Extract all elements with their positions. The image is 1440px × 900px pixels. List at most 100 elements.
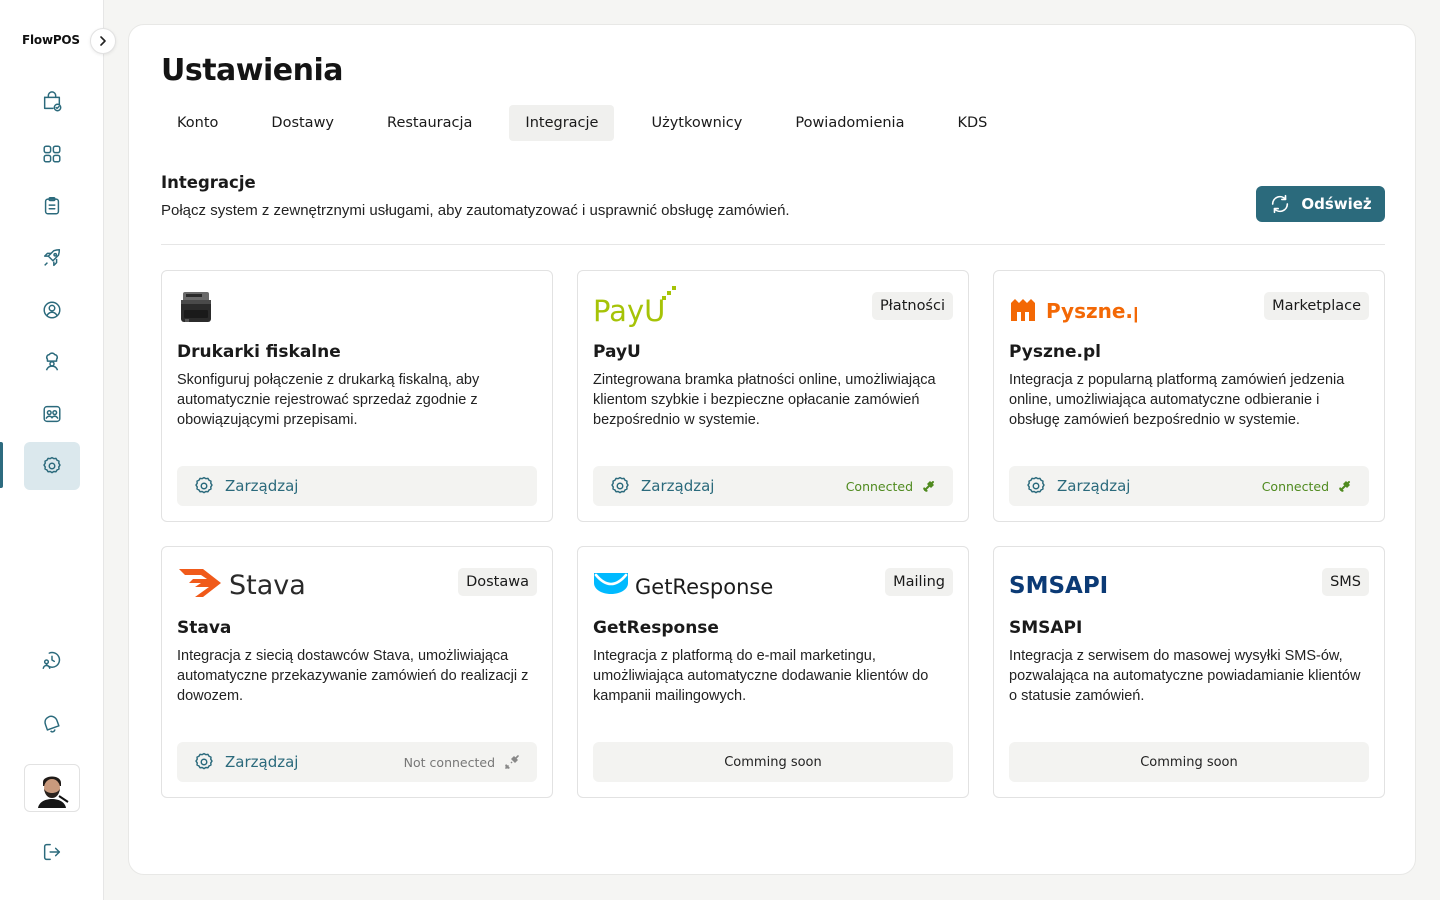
card-description: Zintegrowana bramka płatności online, um…: [593, 372, 936, 428]
pyszne-logo-text: Pyszne.pl: [1046, 299, 1137, 323]
coming-soon-label: Comming soon: [1140, 754, 1238, 770]
smsapi-logo-text: SMSAPI: [1009, 573, 1108, 599]
team-icon: [43, 405, 61, 423]
nav-dashboard[interactable]: [24, 130, 80, 178]
category-badge: Marketplace: [1264, 292, 1369, 320]
manage-button[interactable]: Zarządzaj Connected: [1009, 466, 1369, 506]
user-circle-icon: [43, 301, 61, 319]
divider: [161, 244, 1385, 245]
chevron-right-icon: [100, 36, 106, 46]
nav-notifications[interactable]: [24, 700, 80, 748]
manage-label: Zarządzaj: [1057, 477, 1131, 495]
card-description: Integracja z platformą do e-mail marketi…: [593, 648, 929, 704]
manage-label: Zarządzaj: [641, 477, 715, 495]
coming-soon-button: Comming soon: [1009, 742, 1369, 782]
plug-disconnected-icon: [505, 755, 519, 769]
brand-logo: FlowPOS: [22, 33, 80, 47]
card-title: Pyszne.pl: [1009, 342, 1101, 362]
page-title: Ustawienia: [161, 53, 344, 88]
gear-icon: [195, 476, 213, 494]
card-description: Integracja z popularną platformą zamówie…: [1009, 372, 1345, 428]
nav-tasks[interactable]: [24, 182, 80, 230]
nav-settings[interactable]: [24, 442, 80, 490]
integration-card-smsapi: SMSAPI SMS SMSAPI Integracja z serwisem …: [993, 546, 1385, 798]
payu-logo: PayU: [593, 285, 677, 329]
tab-integracje[interactable]: Integracje: [509, 105, 615, 141]
settings-panel: Ustawienia Konto Dostawy Restauracja Int…: [128, 24, 1416, 875]
refresh-label: Odśwież: [1301, 195, 1372, 213]
settings-tabs: Konto Dostawy Restauracja Integracje Uży…: [161, 105, 1003, 141]
category-badge: Mailing: [885, 568, 953, 596]
smsapi-logo: SMSAPI: [1009, 561, 1141, 605]
refresh-icon: [1272, 194, 1289, 214]
bell-icon: [44, 715, 60, 733]
card-title: SMSAPI: [1009, 618, 1083, 638]
integration-card-payu: PayU Płatności PayU Zintegrowana bramka …: [577, 270, 969, 522]
plug-connected-icon: [923, 481, 934, 492]
nav-staff[interactable]: [24, 390, 80, 438]
nav-launch[interactable]: [24, 234, 80, 282]
status-label: Connected: [1261, 478, 1329, 494]
rocket-icon: [43, 249, 61, 267]
card-title: Drukarki fiskalne: [177, 342, 341, 362]
pyszne-logo: Pyszne.pl: [1009, 285, 1137, 329]
status-label: Connected: [845, 478, 913, 494]
integration-card-getresponse: GetResponse Mailing GetResponse Integrac…: [577, 546, 969, 798]
stava-logo-text: Stava: [229, 570, 306, 601]
manage-label: Zarządzaj: [225, 753, 299, 771]
manage-label: Zarządzaj: [225, 477, 299, 495]
tab-kds[interactable]: KDS: [941, 105, 1003, 141]
logout-icon: [43, 843, 61, 861]
check-bag-icon: [43, 91, 62, 112]
nav-support[interactable]: [24, 636, 80, 684]
status-badge: Not connected: [404, 753, 521, 771]
gear-icon: [195, 752, 213, 770]
nav-kitchen[interactable]: [24, 338, 80, 386]
tab-powiadomienia[interactable]: Powiadomienia: [779, 105, 920, 141]
stava-logo: Stava: [177, 561, 309, 605]
sidebar: FlowPOS: [0, 0, 116, 900]
manage-button[interactable]: Zarządzaj Not connected: [177, 742, 537, 782]
grid-icon: [43, 145, 61, 163]
category-badge: Płatności: [871, 292, 953, 320]
clipboard-icon: [44, 197, 60, 215]
card-description: Integracja z siecią dostawców Stava, umo…: [177, 648, 529, 704]
avatar[interactable]: [24, 764, 80, 812]
status-badge: Connected: [1262, 478, 1353, 494]
tab-restauracja[interactable]: Restauracja: [371, 105, 488, 141]
coming-soon-button: Comming soon: [593, 742, 953, 782]
getresponse-logo: GetResponse: [593, 561, 777, 605]
tab-uzytkownicy[interactable]: Użytkownicy: [635, 105, 758, 141]
category-badge: Dostawa: [458, 568, 537, 596]
card-description: Skonfiguruj połączenie z drukarką fiskal…: [177, 372, 480, 428]
nav-customers[interactable]: [24, 286, 80, 334]
status-badge: Connected: [846, 478, 937, 494]
status-label: Not connected: [403, 754, 495, 770]
nav-orders[interactable]: [24, 78, 80, 126]
plug-connected-icon: [1339, 481, 1350, 492]
coming-soon-label: Comming soon: [724, 754, 822, 770]
manage-button[interactable]: Zarządzaj: [177, 466, 537, 506]
chef-icon: [45, 352, 59, 371]
manage-button[interactable]: Zarządzaj Connected: [593, 466, 953, 506]
support-icon: [42, 651, 61, 669]
user-avatar-icon: [32, 768, 72, 808]
card-title: GetResponse: [593, 618, 719, 638]
active-indicator: [0, 442, 3, 488]
gear-icon: [43, 456, 61, 474]
gear-icon: [1027, 476, 1045, 494]
card-title: PayU: [593, 342, 641, 362]
category-badge: SMS: [1322, 568, 1369, 596]
card-title: Stava: [177, 618, 232, 638]
tab-dostawy[interactable]: Dostawy: [255, 105, 350, 141]
section-description: Połącz system z zewnętrznymi usługami, a…: [161, 202, 790, 219]
nav-logout[interactable]: [24, 828, 80, 876]
integration-card-stava: Stava Dostawa Stava Integracja z siecią …: [161, 546, 553, 798]
sidebar-toggle-button[interactable]: [90, 28, 116, 54]
refresh-button[interactable]: Odśwież: [1256, 186, 1385, 222]
integration-card-fiscal: Drukarki fiskalne Skonfiguruj połączenie…: [161, 270, 553, 522]
section-title: Integracje: [161, 173, 256, 192]
integration-card-pyszne: Pyszne.pl Marketplace Pyszne.pl Integrac…: [993, 270, 1385, 522]
card-description: Integracja z serwisem do masowej wysyłki…: [1009, 648, 1361, 704]
tab-konto[interactable]: Konto: [161, 105, 234, 141]
